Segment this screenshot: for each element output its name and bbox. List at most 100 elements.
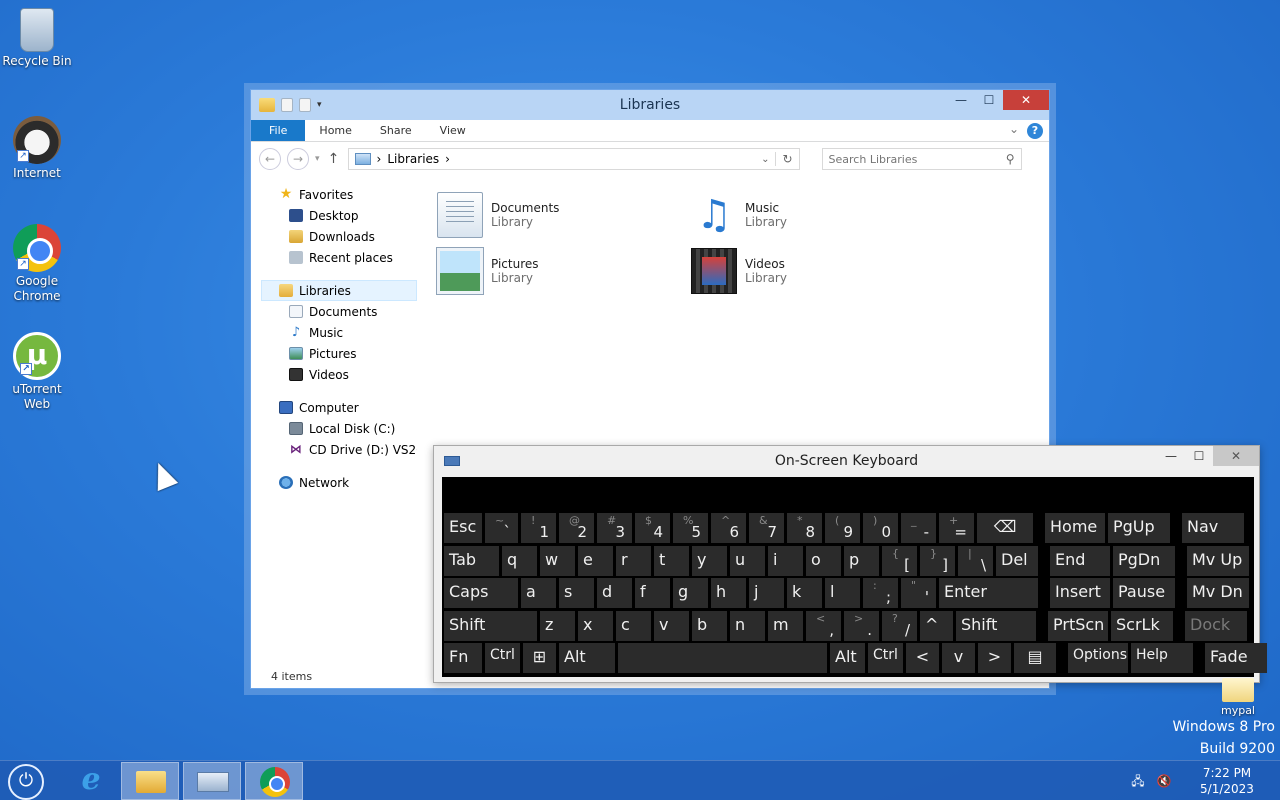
osk-key-s[interactable]: s xyxy=(559,578,594,608)
volume-muted-icon[interactable]: 🔇 xyxy=(1156,774,1172,788)
tab-home[interactable]: Home xyxy=(305,120,365,141)
tab-share[interactable]: Share xyxy=(366,120,426,141)
osk-key-q[interactable]: q xyxy=(502,545,537,576)
osk-key-dock[interactable]: Dock xyxy=(1185,610,1247,641)
breadcrumb-separator[interactable]: › xyxy=(445,152,450,166)
osk-key-d[interactable]: d xyxy=(597,578,632,608)
tab-view[interactable]: View xyxy=(426,120,480,141)
osk-key-ctrl[interactable]: Ctrl xyxy=(485,643,520,673)
search-icon[interactable]: ⚲ xyxy=(1006,152,1015,166)
nav-documents[interactable]: Documents xyxy=(251,301,417,322)
desktop-icon-google-chrome[interactable]: ↗ Google Chrome xyxy=(0,224,74,304)
nav-pictures[interactable]: Pictures xyxy=(251,343,417,364)
osk-key-4[interactable]: $4 xyxy=(635,513,670,543)
osk-key-h[interactable]: h xyxy=(711,578,746,608)
osk-key-g[interactable]: g xyxy=(673,578,708,608)
back-button[interactable]: ← xyxy=(259,148,281,170)
library-pictures[interactable]: Pictures Library xyxy=(436,246,677,296)
recent-locations-icon[interactable]: ▾ xyxy=(315,154,320,164)
new-folder-icon[interactable] xyxy=(299,98,311,112)
osk-key-[interactable]: <, xyxy=(806,610,841,641)
osk-key-home[interactable]: Home xyxy=(1045,513,1105,543)
osk-key-fn[interactable]: Fn xyxy=(444,643,482,673)
minimize-button[interactable]: — xyxy=(1157,446,1185,466)
osk-key-j[interactable]: j xyxy=(749,578,784,608)
osk-key-del[interactable]: Del xyxy=(996,545,1038,576)
osk-key-5[interactable]: % 5 xyxy=(673,513,708,543)
search-input[interactable] xyxy=(828,152,1006,166)
osk-key-y[interactable]: y xyxy=(692,545,727,576)
nav-cd-drive[interactable]: ⋈CD Drive (D:) VS2013 xyxy=(251,439,417,460)
maximize-button[interactable]: ☐ xyxy=(975,90,1003,110)
osk-key-[interactable]: " ' xyxy=(901,578,936,608)
osk-key-ctrl[interactable]: Ctrl xyxy=(868,643,903,673)
osk-key-8[interactable]: * 8 xyxy=(787,513,822,543)
forward-button[interactable]: → xyxy=(287,148,309,170)
nav-local-disk[interactable]: Local Disk (C:) xyxy=(251,418,417,439)
osk-key-tab[interactable]: Tab xyxy=(444,545,499,576)
osk-key-pgup[interactable]: PgUp xyxy=(1108,513,1170,543)
osk-key-[interactable]: | \ xyxy=(958,545,993,576)
osk-key-[interactable]: }] xyxy=(920,545,955,576)
taskbar-internet-explorer[interactable]: e xyxy=(62,762,120,800)
library-music[interactable]: ♫ Music Library xyxy=(691,190,931,240)
osk-key-prtscn[interactable]: PrtScn xyxy=(1048,610,1108,641)
osk-key-end[interactable]: End xyxy=(1050,545,1110,576)
breadcrumb-separator[interactable]: › xyxy=(377,152,382,166)
taskbar-on-screen-keyboard[interactable] xyxy=(183,762,241,800)
osk-key-n[interactable]: n xyxy=(730,610,765,641)
osk-key-i[interactable]: i xyxy=(768,545,803,576)
folder-icon[interactable] xyxy=(259,98,275,112)
network-status-icon[interactable]: 🖧 xyxy=(1130,774,1146,788)
osk-key-fade[interactable]: Fade xyxy=(1205,643,1267,673)
osk-key-[interactable]: + = xyxy=(939,513,974,543)
address-dropdown-icon[interactable]: ⌄ xyxy=(761,154,769,165)
osk-key-[interactable]: ^ xyxy=(920,610,953,641)
help-icon[interactable]: ? xyxy=(1027,123,1043,139)
osk-key-6[interactable]: ^ 6 xyxy=(711,513,746,543)
osk-key-3[interactable]: #3 xyxy=(597,513,632,543)
taskbar-file-explorer[interactable] xyxy=(121,762,179,800)
desktop-icon-recycle-bin[interactable]: Recycle Bin xyxy=(0,8,74,69)
osk-key-[interactable]: ⊞ xyxy=(523,643,556,673)
osk-key-w[interactable]: w xyxy=(540,545,575,576)
osk-key-enter[interactable]: Enter xyxy=(939,578,1038,608)
osk-key-b[interactable]: b xyxy=(692,610,727,641)
library-documents[interactable]: Documents Library xyxy=(437,190,677,240)
address-bar[interactable]: › Libraries › ⌄ ↻ xyxy=(347,148,800,170)
osk-key-p[interactable]: p xyxy=(844,545,879,576)
osk-key-x[interactable]: x xyxy=(578,610,613,641)
osk-key-help[interactable]: Help xyxy=(1131,643,1193,673)
close-button[interactable]: ✕ xyxy=(1213,446,1259,466)
expand-ribbon-icon[interactable]: ⌄ xyxy=(1009,122,1019,136)
osk-key-shift[interactable]: Shift xyxy=(444,610,537,641)
close-button[interactable]: ✕ xyxy=(1003,90,1049,110)
osk-key-[interactable]: ? / xyxy=(882,610,917,641)
desktop-icon-internet[interactable]: ↗ Internet xyxy=(0,116,74,181)
osk-key-mvdn[interactable]: Mv Dn xyxy=(1187,578,1249,608)
osk-key-shift[interactable]: Shift xyxy=(956,610,1036,641)
nav-favorites[interactable]: ★ Favorites xyxy=(251,184,417,205)
osk-key-u[interactable]: u xyxy=(730,545,765,576)
osk-key-e[interactable]: e xyxy=(578,545,613,576)
osk-key-z[interactable]: z xyxy=(540,610,575,641)
explorer-title-bar[interactable]: ▾ Libraries — ☐ ✕ xyxy=(251,90,1049,120)
properties-icon[interactable] xyxy=(281,98,293,112)
osk-key-[interactable]: ▤ xyxy=(1014,643,1056,673)
minimize-button[interactable]: — xyxy=(947,90,975,110)
osk-key-9[interactable]: (9 xyxy=(825,513,860,543)
desktop-icon-utorrent-web[interactable]: µ ↗ uTorrent Web xyxy=(0,332,74,412)
refresh-icon[interactable]: ↻ xyxy=(775,152,793,166)
osk-key-[interactable]: :; xyxy=(863,578,898,608)
up-button[interactable]: ↑ xyxy=(326,151,342,167)
osk-key-[interactable]: _ - xyxy=(901,513,936,543)
library-videos[interactable]: Videos Library xyxy=(691,246,931,296)
nav-libraries[interactable]: Libraries xyxy=(261,280,417,301)
osk-key-alt[interactable]: Alt xyxy=(830,643,865,673)
osk-key-2[interactable]: @2 xyxy=(559,513,594,543)
nav-computer[interactable]: Computer xyxy=(251,397,417,418)
start-button[interactable]: ⏻ xyxy=(8,764,44,800)
nav-network[interactable]: Network xyxy=(251,472,417,493)
osk-key-v[interactable]: v xyxy=(942,643,975,673)
osk-key-l[interactable]: l xyxy=(825,578,860,608)
